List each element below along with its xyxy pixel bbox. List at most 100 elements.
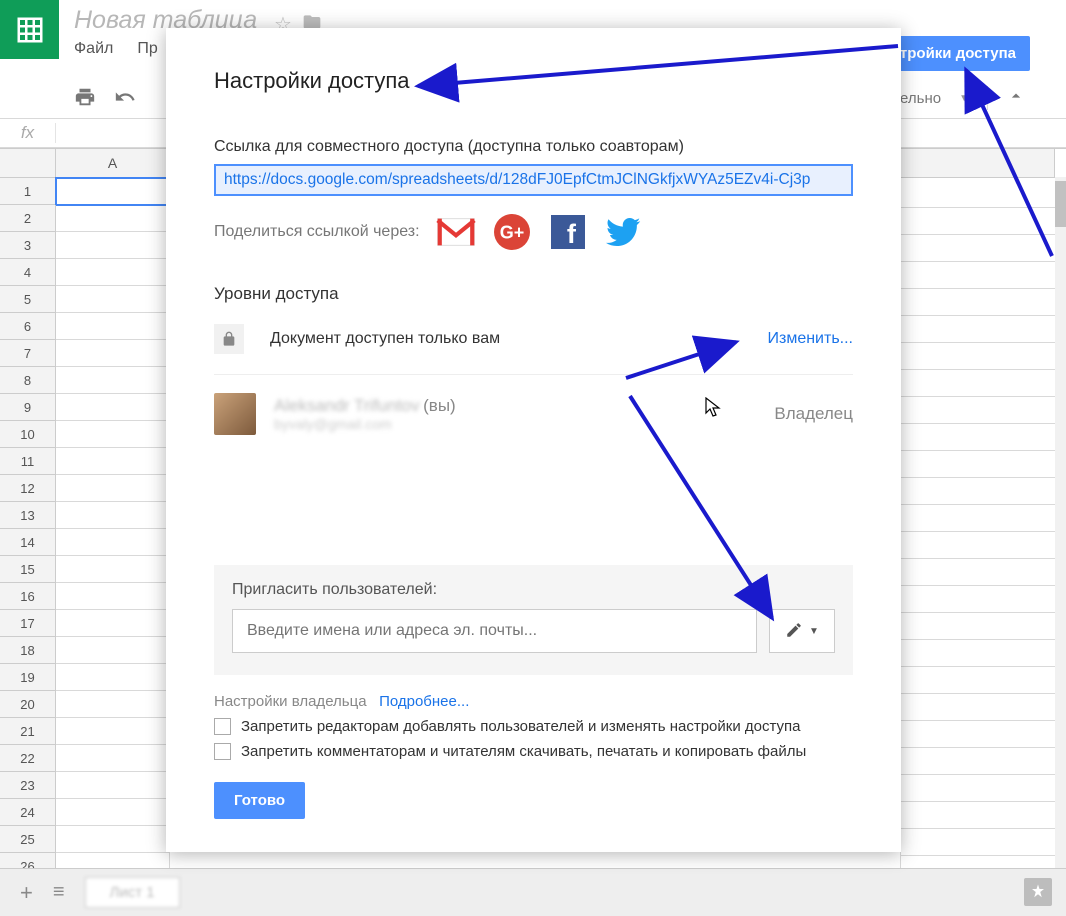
- cell[interactable]: [56, 556, 170, 583]
- toolbar-right-dropdown-icon[interactable]: ▼: [959, 93, 969, 104]
- cell[interactable]: [56, 799, 170, 826]
- row-header[interactable]: 1: [0, 178, 56, 205]
- cell[interactable]: [900, 316, 1055, 343]
- menu-edit[interactable]: Пр: [137, 40, 157, 58]
- row-header[interactable]: 6: [0, 313, 56, 340]
- cell[interactable]: [900, 532, 1055, 559]
- cell[interactable]: [900, 748, 1055, 775]
- cell[interactable]: [900, 235, 1055, 262]
- row-header[interactable]: 5: [0, 286, 56, 313]
- cell[interactable]: [56, 745, 170, 772]
- cell[interactable]: [900, 694, 1055, 721]
- cell[interactable]: [56, 205, 170, 232]
- cell[interactable]: [56, 583, 170, 610]
- cell[interactable]: [900, 478, 1055, 505]
- cell[interactable]: [900, 613, 1055, 640]
- cell[interactable]: [56, 259, 170, 286]
- row-header[interactable]: 24: [0, 799, 56, 826]
- cell[interactable]: [56, 664, 170, 691]
- cell[interactable]: [900, 721, 1055, 748]
- all-sheets-icon[interactable]: ≡: [53, 881, 65, 904]
- row-header[interactable]: 3: [0, 232, 56, 259]
- cell[interactable]: [56, 340, 170, 367]
- cell[interactable]: [56, 448, 170, 475]
- cell[interactable]: [900, 262, 1055, 289]
- row-header[interactable]: 15: [0, 556, 56, 583]
- row-header[interactable]: 9: [0, 394, 56, 421]
- cell[interactable]: [56, 610, 170, 637]
- twitter-icon[interactable]: [604, 214, 644, 250]
- cell[interactable]: [900, 640, 1055, 667]
- done-button[interactable]: Готово: [214, 782, 305, 819]
- row-header[interactable]: 21: [0, 718, 56, 745]
- sheet-tab[interactable]: Лист 1: [85, 877, 180, 908]
- cell[interactable]: [56, 313, 170, 340]
- cell[interactable]: [56, 502, 170, 529]
- row-header[interactable]: 2: [0, 205, 56, 232]
- row-header[interactable]: 13: [0, 502, 56, 529]
- scrollbar-thumb[interactable]: [1055, 181, 1066, 227]
- cell[interactable]: [900, 181, 1055, 208]
- cell[interactable]: [900, 505, 1055, 532]
- row-header[interactable]: 14: [0, 529, 56, 556]
- cell[interactable]: [56, 637, 170, 664]
- cell[interactable]: [56, 178, 170, 205]
- cell[interactable]: [56, 529, 170, 556]
- cell[interactable]: [56, 718, 170, 745]
- row-header[interactable]: 16: [0, 583, 56, 610]
- row-header[interactable]: 8: [0, 367, 56, 394]
- cell[interactable]: [900, 802, 1055, 829]
- row-header[interactable]: 25: [0, 826, 56, 853]
- select-all-cell[interactable]: [0, 149, 56, 178]
- row-header[interactable]: 10: [0, 421, 56, 448]
- menu-file[interactable]: Файл: [74, 40, 113, 58]
- toolbar-right-text[interactable]: ельно: [900, 90, 941, 107]
- cell[interactable]: [56, 394, 170, 421]
- column-header-a[interactable]: A: [56, 149, 170, 178]
- cell[interactable]: [56, 286, 170, 313]
- row-header[interactable]: 18: [0, 637, 56, 664]
- row-header[interactable]: 12: [0, 475, 56, 502]
- google-plus-icon[interactable]: G+: [492, 214, 532, 250]
- gmail-icon[interactable]: [436, 214, 476, 250]
- cell[interactable]: [900, 775, 1055, 802]
- cell[interactable]: [900, 289, 1055, 316]
- cell[interactable]: [56, 232, 170, 259]
- row-header[interactable]: 19: [0, 664, 56, 691]
- cell[interactable]: [900, 208, 1055, 235]
- cell[interactable]: [900, 343, 1055, 370]
- row-header[interactable]: 17: [0, 610, 56, 637]
- cell[interactable]: [56, 421, 170, 448]
- cell[interactable]: [900, 586, 1055, 613]
- column-header-right[interactable]: [900, 149, 1055, 178]
- cell[interactable]: [56, 772, 170, 799]
- row-header[interactable]: 7: [0, 340, 56, 367]
- row-header[interactable]: 23: [0, 772, 56, 799]
- checkbox-restrict-download[interactable]: [214, 743, 231, 760]
- row-header[interactable]: 4: [0, 259, 56, 286]
- cell[interactable]: [56, 826, 170, 853]
- share-link-input[interactable]: https://docs.google.com/spreadsheets/d/1…: [214, 164, 853, 196]
- cell[interactable]: [900, 829, 1055, 856]
- cell[interactable]: [900, 559, 1055, 586]
- cell[interactable]: [56, 367, 170, 394]
- explore-icon[interactable]: [1024, 878, 1052, 906]
- facebook-icon[interactable]: f: [548, 214, 588, 250]
- row-header[interactable]: 11: [0, 448, 56, 475]
- invite-input[interactable]: [232, 609, 757, 653]
- cell[interactable]: [900, 424, 1055, 451]
- cell[interactable]: [900, 397, 1055, 424]
- add-sheet-icon[interactable]: +: [20, 880, 33, 906]
- cell[interactable]: [56, 691, 170, 718]
- sheets-logo[interactable]: [0, 0, 59, 59]
- collapse-toolbar-icon[interactable]: [987, 86, 1026, 110]
- row-header[interactable]: 22: [0, 745, 56, 772]
- cell[interactable]: [900, 370, 1055, 397]
- vertical-scrollbar[interactable]: [1055, 177, 1066, 868]
- checkbox-restrict-editors[interactable]: [214, 718, 231, 735]
- permission-picker[interactable]: ▼: [769, 609, 835, 653]
- undo-icon[interactable]: [114, 86, 136, 111]
- learn-more-link[interactable]: Подробнее...: [379, 693, 469, 710]
- print-icon[interactable]: [74, 86, 96, 111]
- row-header[interactable]: 20: [0, 691, 56, 718]
